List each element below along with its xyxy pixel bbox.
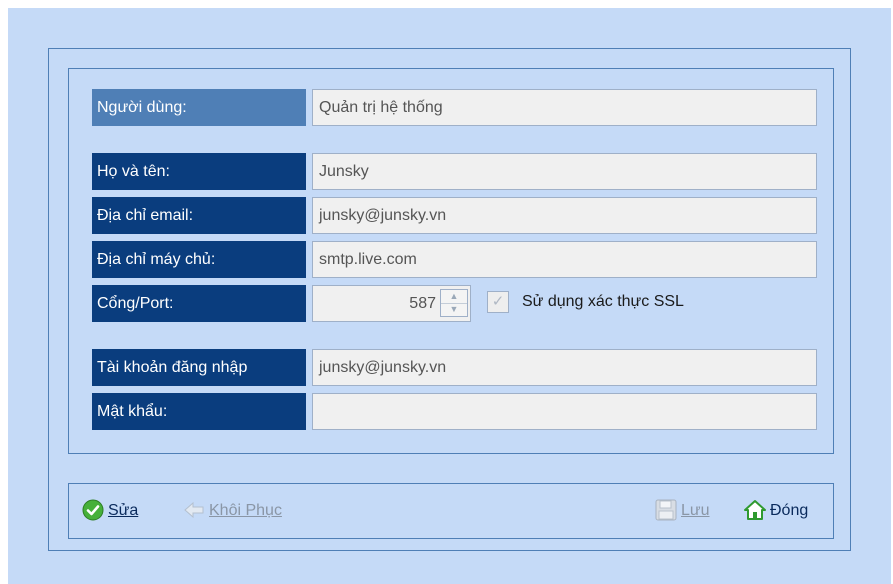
user-field[interactable]: Quản trị hệ thống	[312, 89, 817, 126]
email-field[interactable]: junsky@junsky.vn	[312, 197, 817, 234]
account-field[interactable]: junsky@junsky.vn	[312, 349, 817, 386]
spin-down-icon[interactable]: ▼	[441, 303, 467, 316]
fullname-label: Họ và tên:	[92, 153, 306, 190]
email-label: Địa chỉ email:	[92, 197, 306, 234]
spin-up-icon[interactable]: ▲	[441, 290, 467, 304]
ssl-label: Sử dụng xác thực SSL	[522, 293, 684, 310]
server-label: Địa chỉ máy chủ:	[92, 241, 306, 278]
server-field[interactable]: smtp.live.com	[312, 241, 817, 278]
account-label: Tài khoản đăng nhập	[92, 349, 306, 386]
ssl-checkbox[interactable]: ✓	[487, 291, 509, 313]
port-label: Cổng/Port:	[92, 285, 306, 322]
fullname-field[interactable]: Junsky	[312, 153, 817, 190]
edit-label: Sửa	[108, 502, 139, 519]
user-label: Người dùng:	[92, 89, 306, 126]
password-label: Mật khẩu:	[92, 393, 306, 430]
check-circle-icon	[82, 499, 104, 521]
restore-label: Khôi Phục	[209, 502, 282, 519]
close-label: Đóng	[770, 502, 809, 519]
floppy-icon	[655, 499, 677, 521]
save-label: Lưu	[681, 502, 710, 519]
arrow-left-icon	[184, 501, 204, 519]
home-icon	[744, 500, 766, 520]
port-value: 587	[409, 295, 436, 312]
port-spinner[interactable]: ▲ ▼	[440, 289, 468, 317]
password-field[interactable]	[312, 393, 817, 430]
